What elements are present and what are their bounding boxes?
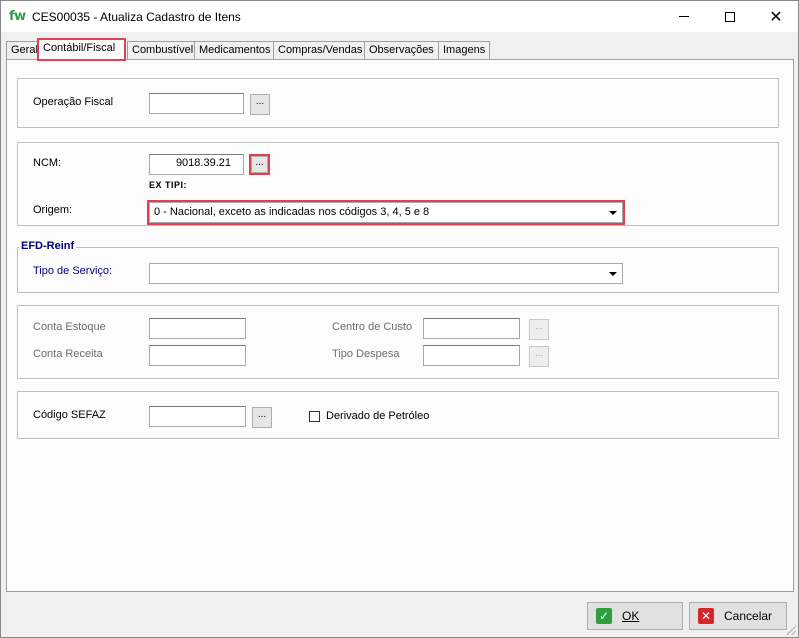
centro-custo-label: Centro de Custo <box>332 321 413 333</box>
centro-custo-lookup-button[interactable]: ... <box>529 319 549 340</box>
maximize-button[interactable] <box>707 1 753 32</box>
resize-grip[interactable] <box>786 625 796 635</box>
derivado-petroleo-checkbox[interactable] <box>309 411 320 422</box>
tipo-despesa-lookup-button[interactable]: ... <box>529 346 549 367</box>
group-contas: Conta Estoque Conta Receita Centro de Cu… <box>17 305 779 379</box>
tipo-servico-label: Tipo de Serviço: <box>33 265 113 277</box>
ok-button-label: OK <box>622 609 640 623</box>
codigo-sefaz-lookup-button[interactable]: ... <box>252 407 272 428</box>
centro-custo-input[interactable] <box>423 318 520 339</box>
tab-combustivel[interactable]: Combustível <box>127 41 199 59</box>
tipo-servico-select[interactable] <box>149 263 623 284</box>
ncm-input[interactable]: 9018.39.21 <box>149 154 244 175</box>
origem-select-value: 0 - Nacional, exceto as indicadas nos có… <box>154 206 430 218</box>
close-button[interactable]: ✕ <box>753 1 799 32</box>
ncm-label: NCM: <box>33 157 62 169</box>
origem-select[interactable]: 0 - Nacional, exceto as indicadas nos có… <box>147 200 625 225</box>
tab-contabil-fiscal[interactable]: Contábil/Fiscal <box>37 38 126 61</box>
minimize-icon <box>679 16 689 17</box>
tab-imagens[interactable]: Imagens <box>438 41 491 59</box>
minimize-button[interactable] <box>661 1 707 32</box>
operacao-fiscal-label: Operação Fiscal <box>33 96 114 108</box>
group-sefaz: Código SEFAZ ... Derivado de Petróleo <box>17 391 779 439</box>
origem-label: Origem: <box>33 204 73 216</box>
window-title: CES00035 - Atualiza Cadastro de Itens <box>32 10 241 24</box>
tab-panel-contabil-fiscal: Operação Fiscal ... NCM: 9018.39.21 ... … <box>6 59 794 592</box>
tab-observacoes[interactable]: Observações <box>364 41 439 59</box>
codigo-sefaz-input[interactable] <box>149 406 246 427</box>
main-window: fw CES00035 - Atualiza Cadastro de Itens… <box>0 0 799 638</box>
check-icon: ✓ <box>596 608 612 624</box>
cancel-button-label: Cancelar <box>724 609 773 623</box>
maximize-icon <box>725 11 735 22</box>
chevron-down-icon <box>606 206 620 220</box>
conta-receita-label: Conta Receita <box>33 348 103 360</box>
x-icon: ✕ <box>698 608 714 624</box>
conta-receita-input[interactable] <box>149 345 246 366</box>
close-icon: ✕ <box>769 6 783 26</box>
group-efd-reinf: EFD-Reinf Tipo de Serviço: <box>17 240 779 293</box>
group-ncm: NCM: 9018.39.21 ... EX TIPI: Origem: 0 -… <box>17 142 779 226</box>
tipo-despesa-label: Tipo Despesa <box>332 348 400 360</box>
ncm-lookup-button[interactable]: ... <box>249 154 270 175</box>
tab-medicamentos[interactable]: Medicamentos <box>194 41 276 59</box>
codigo-sefaz-label: Código SEFAZ <box>33 409 106 421</box>
operacao-fiscal-lookup-button[interactable]: ... <box>250 94 270 115</box>
title-bar[interactable]: fw CES00035 - Atualiza Cadastro de Itens… <box>1 1 798 32</box>
ok-button[interactable]: ✓ OK <box>587 602 683 630</box>
tab-compras-vendas[interactable]: Compras/Vendas <box>273 41 368 59</box>
cancel-button[interactable]: ✕ Cancelar <box>689 602 787 630</box>
efd-reinf-title: EFD-Reinf <box>19 240 77 252</box>
tipo-despesa-input[interactable] <box>423 345 520 366</box>
chevron-down-icon <box>606 267 620 281</box>
extipi-label: EX TIPI: <box>149 180 188 190</box>
derivado-petroleo-label: Derivado de Petróleo <box>326 410 430 422</box>
conta-estoque-input[interactable] <box>149 318 246 339</box>
app-logo: fw <box>9 9 26 24</box>
conta-estoque-label: Conta Estoque <box>33 321 106 333</box>
operacao-fiscal-input[interactable] <box>149 93 244 114</box>
group-operacao-fiscal: Operação Fiscal ... <box>17 78 779 128</box>
